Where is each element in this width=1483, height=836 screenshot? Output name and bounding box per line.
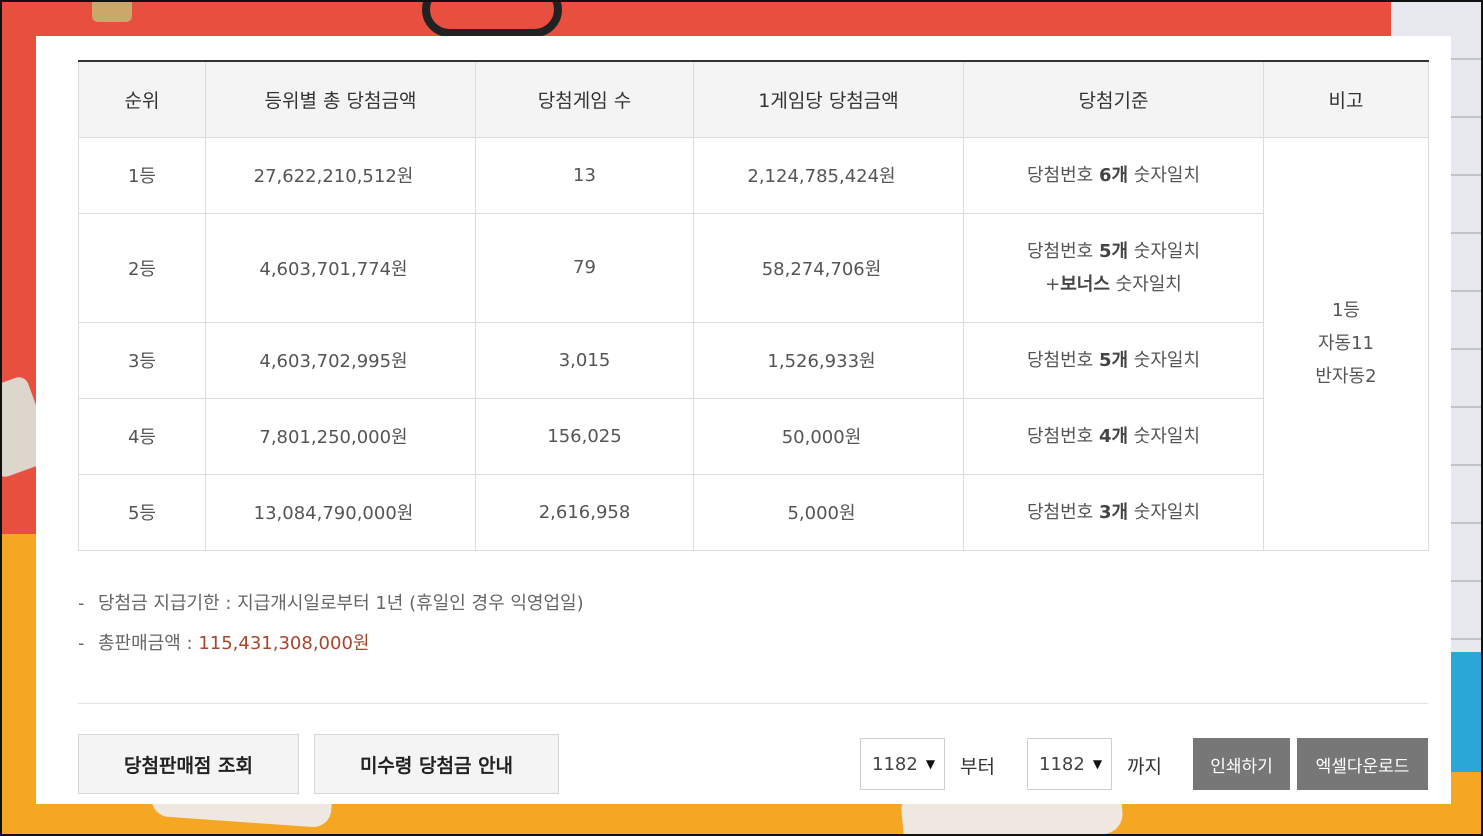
info-deadline-text: 당첨금 지급기한 : 지급개시일로부터 1년 (휴일인 경우 익영업일)	[98, 593, 584, 614]
cell-total-prize: 4,603,702,995원	[205, 321, 476, 399]
info-deadline: - 당첨금 지급기한 : 지급개시일로부터 1년 (휴일인 경우 익영업일)	[78, 592, 584, 632]
cell-total-prize: 7,801,250,000원	[205, 397, 476, 475]
header-note: 비고	[1263, 60, 1429, 138]
header-criteria: 당첨기준	[963, 60, 1264, 138]
header-winning-games: 당첨게임 수	[475, 60, 694, 138]
info-sales-value: 115,431,308,000원	[198, 633, 370, 654]
table-header-row: 순위 등위별 총 당첨금액 당첨게임 수 1게임당 당첨금액 당첨기준 비고	[78, 60, 1429, 138]
header-total-prize: 등위별 총 당첨금액	[205, 60, 476, 138]
caret-down-icon: ▼	[925, 757, 936, 771]
criteria-count: 5개	[1098, 349, 1129, 371]
criteria-count: 5개	[1098, 240, 1129, 262]
cell-criteria: 당첨번호 6개 숫자일치	[963, 136, 1264, 214]
cell-criteria: 당첨번호 5개 숫자일치	[963, 321, 1264, 399]
header-rank: 순위	[78, 60, 206, 138]
note-line: 자동11	[1317, 333, 1375, 354]
criteria-count: 4개	[1098, 425, 1129, 447]
table-row: 3등 4,603,702,995원 3,015 1,526,933원 당첨번호 …	[78, 321, 1429, 399]
cell-rank: 3등	[78, 321, 206, 399]
from-label: 부터	[960, 756, 995, 778]
cell-per-game: 58,274,706원	[693, 212, 964, 323]
bg-gold-piece	[92, 2, 132, 22]
cell-rank: 1등	[78, 136, 206, 214]
winning-stores-button[interactable]: 당첨판매점 조회	[78, 734, 299, 794]
unclaimed-prize-button[interactable]: 미수령 당첨금 안내	[314, 734, 559, 794]
cell-note: 1등 자동11 반자동2	[1263, 136, 1429, 551]
note-line: 반자동2	[1315, 366, 1377, 387]
header-prize-per-game: 1게임당 당첨금액	[693, 60, 964, 138]
draw-to-select[interactable]: 1182 ▼	[1027, 738, 1112, 790]
cell-per-game: 2,124,785,424원	[693, 136, 964, 214]
note-line: 1등	[1331, 300, 1360, 321]
criteria-text: 당첨번호	[1026, 501, 1099, 523]
cell-total-prize: 27,622,210,512원	[205, 136, 476, 214]
criteria-count: 3개	[1098, 501, 1129, 523]
criteria-text: 당첨번호	[1026, 240, 1099, 262]
table-row: 1등 27,622,210,512원 13 2,124,785,424원 당첨번…	[78, 136, 1429, 551]
table-row: 5등 13,084,790,000원 2,616,958 5,000원 당첨번호…	[78, 473, 1429, 551]
cell-per-game: 1,526,933원	[693, 321, 964, 399]
criteria-text: 당첨번호	[1026, 164, 1099, 186]
prize-table: 순위 등위별 총 당첨금액 당첨게임 수 1게임당 당첨금액 당첨기준 비고 1…	[78, 60, 1429, 551]
info-sales: - 총판매금액 : 115,431,308,000원	[78, 632, 584, 672]
criteria-text: 숫자일치	[1128, 425, 1201, 447]
to-label: 까지	[1127, 756, 1162, 778]
excel-download-button[interactable]: 엑셀다운로드	[1297, 738, 1428, 790]
criteria-count: 6개	[1098, 164, 1129, 186]
criteria-text: 숫자일치	[1128, 240, 1201, 262]
cell-games: 79	[475, 212, 694, 323]
cell-rank: 4등	[78, 397, 206, 475]
table-row: 4등 7,801,250,000원 156,025 50,000원 당첨번호 4…	[78, 397, 1429, 475]
criteria-text: 당첨번호	[1026, 349, 1099, 371]
criteria-text: 숫자일치	[1109, 273, 1182, 295]
cell-total-prize: 4,603,701,774원	[205, 212, 476, 323]
cell-criteria: 당첨번호 3개 숫자일치	[963, 473, 1264, 551]
cell-rank: 2등	[78, 212, 206, 323]
bg-glasses	[422, 2, 562, 37]
criteria-text: 숫자일치	[1128, 501, 1201, 523]
cell-per-game: 5,000원	[693, 473, 964, 551]
caret-down-icon: ▼	[1092, 757, 1103, 771]
draw-to-value: 1182	[1039, 753, 1085, 775]
criteria-text: +	[1045, 273, 1061, 295]
table-row: 2등 4,603,701,774원 79 58,274,706원 당첨번호 5개…	[78, 212, 1429, 323]
cell-criteria: 당첨번호 5개 숫자일치 +보너스 숫자일치	[963, 212, 1264, 323]
cell-games: 156,025	[475, 397, 694, 475]
cell-games: 3,015	[475, 321, 694, 399]
info-bullet: -	[78, 633, 85, 654]
cell-criteria: 당첨번호 4개 숫자일치	[963, 397, 1264, 475]
info-bullet: -	[78, 593, 85, 614]
criteria-bonus: 보너스	[1060, 273, 1110, 295]
criteria-text: 숫자일치	[1128, 164, 1201, 186]
cell-rank: 5등	[78, 473, 206, 551]
cell-games: 13	[475, 136, 694, 214]
info-sales-label: 총판매금액 :	[98, 633, 199, 654]
cell-games: 2,616,958	[475, 473, 694, 551]
criteria-text: 당첨번호	[1026, 425, 1099, 447]
draw-from-select[interactable]: 1182 ▼	[860, 738, 945, 790]
divider	[78, 703, 1428, 704]
criteria-text: 숫자일치	[1128, 349, 1201, 371]
prize-info: - 당첨금 지급기한 : 지급개시일로부터 1년 (휴일인 경우 익영업일) -총…	[78, 592, 584, 672]
cell-total-prize: 13,084,790,000원	[205, 473, 476, 551]
print-button[interactable]: 인쇄하기	[1193, 738, 1290, 790]
results-panel: 순위 등위별 총 당첨금액 당첨게임 수 1게임당 당첨금액 당첨기준 비고 1…	[36, 36, 1451, 804]
cell-per-game: 50,000원	[693, 397, 964, 475]
draw-from-value: 1182	[872, 753, 918, 775]
